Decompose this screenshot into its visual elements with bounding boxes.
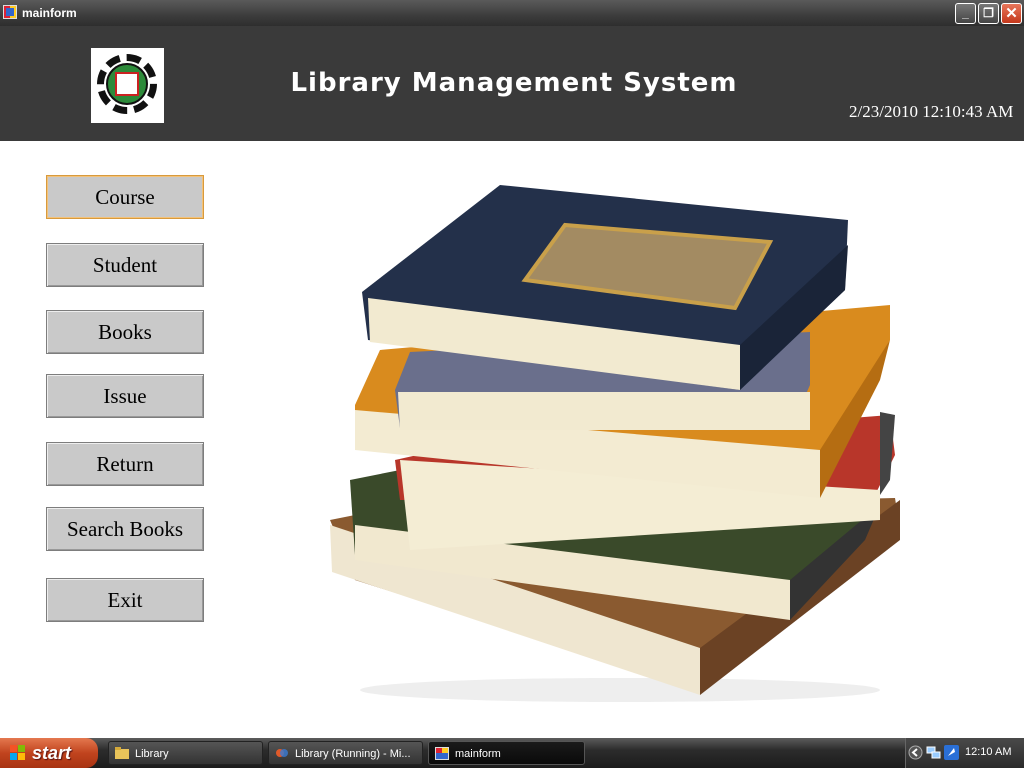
taskbar-item-mainform[interactable]: mainform — [428, 741, 585, 765]
window-titlebar[interactable]: mainform _ ❐ ✕ — [0, 0, 1024, 26]
start-button[interactable]: start — [0, 738, 98, 768]
taskbar: start Library Library (Running) - Mi... … — [0, 738, 1024, 768]
app-title: Library Management System — [290, 68, 738, 98]
taskbar-clock: 12:10 AM — [965, 746, 1012, 758]
issue-button[interactable]: Issue — [46, 374, 204, 418]
folder-icon — [115, 747, 129, 759]
chevron-left-icon[interactable] — [908, 745, 923, 760]
student-button[interactable]: Student — [46, 243, 204, 287]
course-button[interactable]: Course — [46, 175, 204, 219]
return-button[interactable]: Return — [46, 442, 204, 486]
books-button[interactable]: Books — [46, 310, 204, 354]
app-window-icon — [3, 5, 17, 19]
window-title: mainform — [22, 6, 77, 20]
close-button[interactable]: ✕ — [1001, 3, 1022, 24]
minimize-button[interactable]: _ — [955, 3, 976, 24]
taskbar-item-virtualbox[interactable]: Library (Running) - Mi... — [268, 741, 423, 765]
windows-logo-icon — [10, 745, 25, 760]
virtualbox-tray-icon[interactable] — [944, 745, 959, 760]
taskbar-item-library[interactable]: Library — [108, 741, 263, 765]
app-header: Library Management System 2/23/2010 12:1… — [0, 26, 1024, 141]
virtualbox-icon — [276, 749, 288, 757]
exit-button[interactable]: Exit — [46, 578, 204, 622]
search-books-button[interactable]: Search Books — [46, 507, 204, 551]
start-label: start — [32, 743, 72, 763]
restore-button[interactable]: ❐ — [978, 3, 999, 24]
system-tray: 12:10 AM — [905, 738, 1024, 768]
network-icon[interactable] — [926, 745, 941, 760]
books-stack-image — [330, 185, 900, 702]
datetime-label: 2/23/2010 12:10:43 AM — [849, 102, 1014, 121]
app-window-icon — [435, 747, 449, 760]
